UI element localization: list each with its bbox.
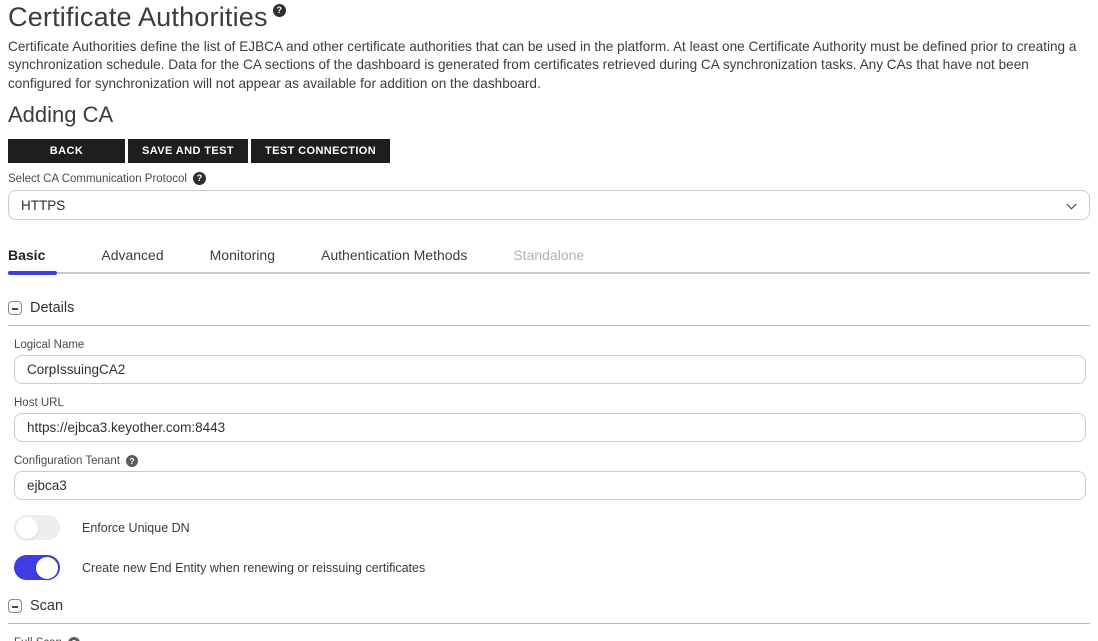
host-url-field[interactable] (14, 413, 1086, 442)
enforce-unique-dn-label: Enforce Unique DN (82, 521, 190, 535)
protocol-select[interactable]: HTTPS (8, 190, 1090, 220)
toggle-knob (16, 517, 38, 539)
tab-basic[interactable]: Basic (8, 241, 67, 272)
save-and-test-button[interactable]: SAVE AND TEST (128, 139, 248, 163)
help-icon[interactable] (273, 4, 286, 17)
collapse-icon[interactable] (8, 599, 22, 613)
tab-authentication-methods[interactable]: Authentication Methods (309, 241, 479, 272)
full-scan-label: Full Scan (14, 637, 62, 641)
toggle-knob (36, 557, 58, 579)
logical-name-field[interactable] (14, 355, 1086, 384)
protocol-selected-value: HTTPS (21, 198, 65, 213)
action-button-row: BACK SAVE AND TEST TEST CONNECTION (8, 139, 1090, 163)
configuration-tenant-field[interactable] (14, 471, 1086, 500)
help-icon[interactable] (68, 637, 80, 641)
configuration-tenant-label: Configuration Tenant (14, 455, 120, 467)
adding-ca-heading: Adding CA (8, 102, 1090, 128)
host-url-label: Host URL (14, 397, 64, 409)
tab-advanced[interactable]: Advanced (89, 241, 175, 272)
help-icon[interactable] (193, 172, 206, 185)
scan-section-title: Scan (30, 598, 63, 614)
toggle-row: Enforce Unique DN (14, 515, 1090, 540)
page-title: Certificate Authorities (8, 2, 268, 33)
tab-monitoring[interactable]: Monitoring (198, 241, 287, 272)
logical-name-label: Logical Name (14, 339, 84, 351)
details-section-title: Details (30, 300, 74, 316)
help-icon[interactable] (126, 455, 138, 467)
details-section-header: Details (8, 300, 1090, 326)
tab-standalone: Standalone (501, 241, 596, 272)
chevron-down-icon (1067, 200, 1077, 210)
tab-bar: Basic Advanced Monitoring Authentication… (8, 241, 1090, 274)
scan-section-header: Scan (8, 598, 1090, 624)
page-container: Certificate Authorities Certificate Auth… (0, 0, 1098, 641)
protocol-label: Select CA Communication Protocol (8, 173, 187, 185)
back-button[interactable]: BACK (8, 139, 125, 163)
test-connection-button[interactable]: TEST CONNECTION (251, 139, 390, 163)
page-description: Certificate Authorities define the list … (8, 38, 1090, 93)
collapse-icon[interactable] (8, 301, 22, 315)
toggle-row: Create new End Entity when renewing or r… (14, 555, 1090, 580)
create-new-end-entity-label: Create new End Entity when renewing or r… (82, 561, 425, 575)
enforce-unique-dn-toggle[interactable] (14, 515, 60, 540)
create-new-end-entity-toggle[interactable] (14, 555, 60, 580)
